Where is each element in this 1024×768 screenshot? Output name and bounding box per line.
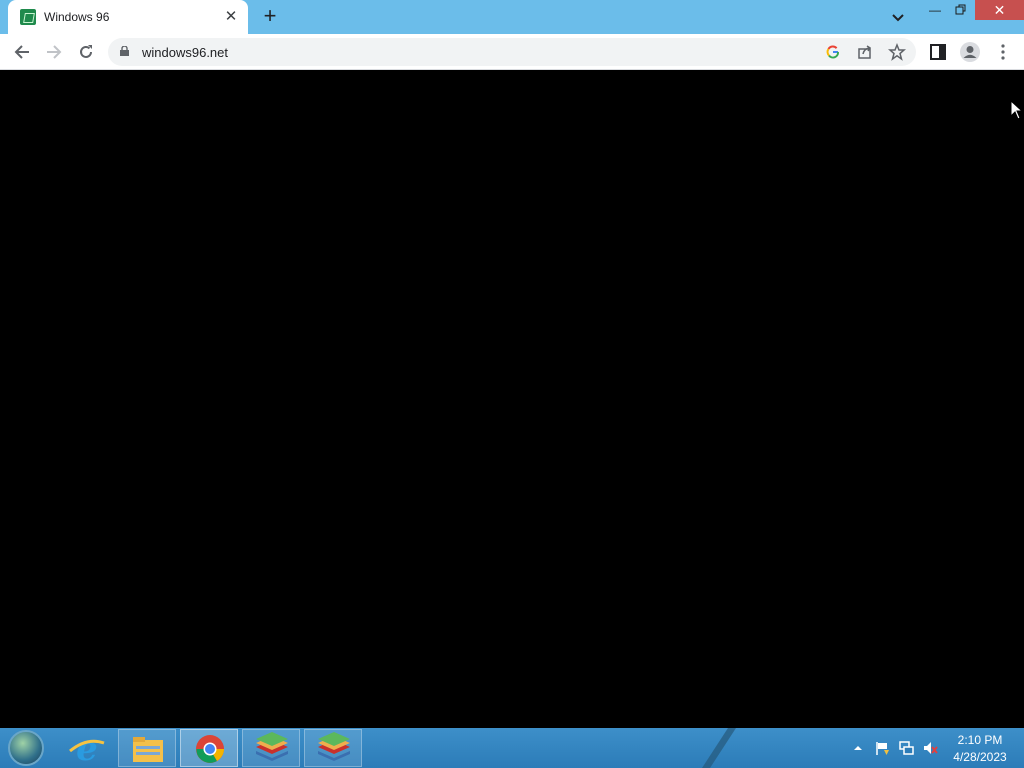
taskbar-bluestacks-2[interactable] bbox=[304, 729, 362, 767]
network-icon[interactable] bbox=[898, 740, 914, 756]
taskbar-wallpaper-streak bbox=[702, 728, 736, 768]
bluestacks-icon bbox=[318, 732, 350, 761]
window-close-button[interactable]: ✕ bbox=[975, 0, 1024, 20]
url-text[interactable]: windows96.net bbox=[142, 45, 228, 60]
tab-search-icon[interactable] bbox=[888, 7, 908, 27]
reload-button[interactable] bbox=[74, 40, 98, 64]
minimize-button[interactable]: — bbox=[922, 0, 948, 20]
tab-close-icon[interactable]: ✕ bbox=[222, 8, 240, 26]
lock-icon[interactable] bbox=[120, 46, 129, 56]
start-button[interactable] bbox=[8, 730, 44, 766]
windows96-logo-icon bbox=[20, 9, 36, 25]
new-tab-button[interactable]: + bbox=[258, 5, 282, 29]
clock-date[interactable]: 4/28/2023 bbox=[940, 750, 1020, 764]
taskbar-file-explorer[interactable] bbox=[118, 729, 176, 767]
mouse-pointer-icon bbox=[1010, 100, 1022, 120]
taskbar: e bbox=[0, 728, 1024, 768]
show-hidden-icons-icon[interactable] bbox=[850, 740, 866, 756]
profile-avatar-icon[interactable] bbox=[958, 40, 982, 64]
browser-toolbar: windows96.net bbox=[0, 34, 1024, 70]
taskbar-chrome[interactable] bbox=[180, 729, 238, 767]
browser-titlebar: Windows 96 ✕ + — ✕ bbox=[0, 0, 1024, 34]
folder-icon bbox=[133, 737, 163, 762]
forward-button[interactable] bbox=[42, 40, 66, 64]
internet-explorer-icon: e bbox=[69, 729, 105, 768]
more-menu-icon[interactable] bbox=[991, 40, 1015, 64]
web-page-content[interactable] bbox=[0, 71, 1024, 728]
taskbar-bluestacks-1[interactable] bbox=[242, 729, 300, 767]
side-panel-icon[interactable] bbox=[926, 40, 950, 64]
bookmark-star-icon[interactable] bbox=[888, 43, 906, 61]
address-bar[interactable]: windows96.net bbox=[108, 38, 916, 66]
desktop-screen: Windows 96 ✕ + — ✕ windows96.net e 2:10 … bbox=[0, 0, 1024, 768]
svg-text:e: e bbox=[76, 729, 98, 767]
google-icon[interactable] bbox=[824, 43, 842, 61]
action-center-flag-icon[interactable] bbox=[874, 740, 890, 756]
restore-button[interactable] bbox=[948, 0, 974, 20]
bluestacks-icon bbox=[256, 732, 288, 761]
volume-muted-icon[interactable] bbox=[922, 740, 938, 756]
chrome-icon bbox=[196, 735, 224, 763]
share-icon[interactable] bbox=[856, 43, 874, 61]
clock-time[interactable]: 2:10 PM bbox=[940, 733, 1020, 747]
taskbar-internet-explorer[interactable]: e bbox=[58, 729, 116, 768]
tab-title: Windows 96 bbox=[44, 10, 110, 24]
back-button[interactable] bbox=[10, 40, 34, 64]
browser-tab[interactable]: Windows 96 ✕ bbox=[8, 0, 248, 34]
